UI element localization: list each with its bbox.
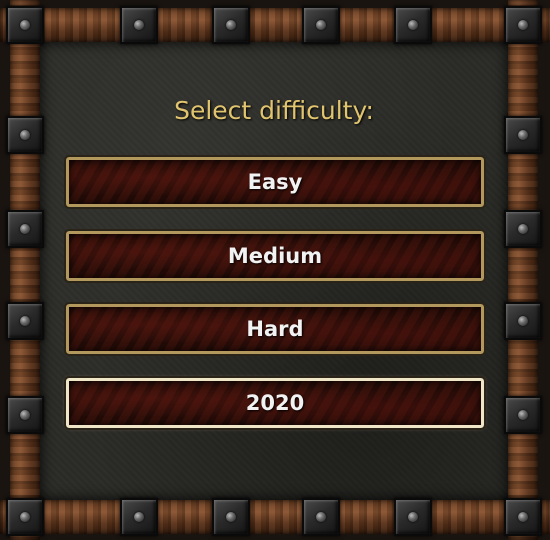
dialog-title: Select difficulty: <box>174 96 374 125</box>
rivet-icon <box>504 6 542 44</box>
rivet-icon <box>6 6 44 44</box>
wooden-frame-left <box>10 0 40 540</box>
rivet-icon <box>302 498 340 536</box>
rivet-icon <box>504 396 542 434</box>
difficulty-2020-button[interactable]: 2020 <box>64 376 486 430</box>
rivet-icon <box>504 116 542 154</box>
wooden-frame-bottom <box>0 500 550 534</box>
rivet-icon <box>120 6 158 44</box>
rivet-icon <box>504 210 542 248</box>
rivet-icon <box>394 6 432 44</box>
rivet-icon <box>120 498 158 536</box>
rivet-icon <box>394 498 432 536</box>
wooden-frame-top <box>0 8 550 42</box>
rivet-icon <box>212 498 250 536</box>
rivet-icon <box>6 302 44 340</box>
rivet-icon <box>6 210 44 248</box>
rivet-icon <box>504 302 542 340</box>
difficulty-hard-button[interactable]: Hard <box>64 302 486 356</box>
rivet-icon <box>6 116 44 154</box>
wooden-frame-right <box>508 0 538 540</box>
rivet-icon <box>212 6 250 44</box>
difficulty-easy-button[interactable]: Easy <box>64 155 486 209</box>
difficulty-dialog: Select difficulty: Easy Medium Hard 2020 <box>0 0 550 540</box>
difficulty-medium-button[interactable]: Medium <box>64 229 486 283</box>
rivet-icon <box>302 6 340 44</box>
rivet-icon <box>6 396 44 434</box>
rivet-icon <box>6 498 44 536</box>
rivet-icon <box>504 498 542 536</box>
